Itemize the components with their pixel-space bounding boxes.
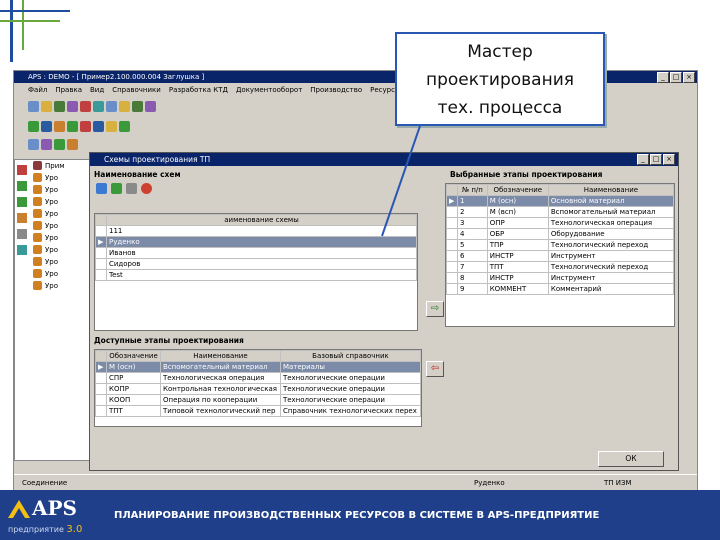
logo-subtitle: предприятие 3.0: [8, 524, 83, 535]
callout-pointer: [381, 125, 421, 237]
aps-logo: APS предприятие 3.0: [6, 494, 94, 536]
footer-banner: APS предприятие 3.0 ПЛАНИРОВАНИЕ ПРОИЗВО…: [0, 490, 720, 540]
logo-mark-icon: [8, 500, 30, 518]
logo-text: APS: [32, 496, 77, 520]
footer-tagline: ПЛАНИРОВАНИЕ ПРОИЗВОДСТВЕННЫХ РЕСУРСОВ В…: [114, 510, 600, 521]
